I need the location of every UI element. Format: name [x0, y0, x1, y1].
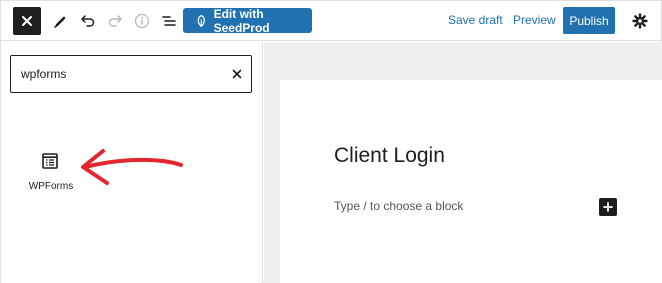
edit-with-seedprod-button[interactable]: Edit with SeedProd [183, 6, 312, 35]
save-draft-button[interactable]: Save draft [448, 13, 503, 27]
seedprod-leaf-icon [197, 14, 205, 27]
wpforms-icon [42, 153, 58, 169]
clear-search-button[interactable] [229, 66, 245, 82]
red-arrow-annotation [81, 149, 183, 185]
seedprod-button-label: Edit with SeedProd [213, 6, 270, 35]
block-result-wpforms[interactable]: WPForms [23, 145, 79, 197]
undo-button[interactable] [76, 9, 100, 33]
edit-tool-button[interactable] [49, 9, 73, 33]
block-placeholder[interactable]: Type / to choose a block [334, 199, 463, 213]
publish-button[interactable]: Publish [563, 7, 615, 34]
close-inserter-button[interactable] [13, 7, 41, 35]
publish-button-label: Publish [569, 13, 609, 28]
plus-icon [603, 202, 613, 212]
settings-gear-icon [632, 13, 648, 29]
block-search-input[interactable] [21, 64, 211, 84]
redo-button[interactable] [103, 9, 127, 33]
top-toolbar: Edit with SeedProd Save draft Preview Pu… [1, 1, 661, 41]
undo-icon [81, 15, 95, 27]
details-button[interactable] [130, 9, 154, 33]
list-view-button[interactable] [157, 9, 181, 33]
list-view-icon [162, 16, 176, 26]
block-result-label: WPForms [28, 181, 74, 192]
edit-tool-icon [54, 16, 66, 28]
redo-icon [108, 15, 122, 27]
post-title[interactable]: Client Login [334, 144, 445, 168]
add-block-button[interactable] [599, 198, 617, 216]
editor-window: Edit with SeedProd Save draft Preview Pu… [0, 0, 662, 283]
settings-button[interactable] [628, 9, 652, 33]
close-icon [232, 69, 242, 79]
block-inserter-panel: WPForms [1, 42, 263, 283]
preview-button[interactable]: Preview [513, 13, 556, 27]
editor-document [280, 80, 662, 283]
block-search-box [10, 55, 252, 93]
info-icon [134, 13, 150, 29]
close-icon [22, 16, 32, 26]
